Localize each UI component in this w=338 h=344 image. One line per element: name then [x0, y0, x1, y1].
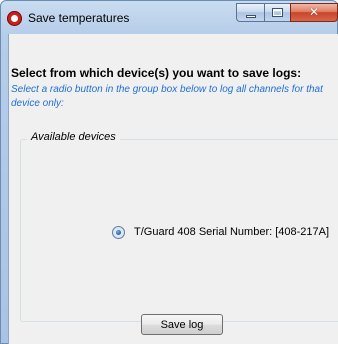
app-logo-icon [7, 11, 22, 26]
device-radio-option[interactable]: T/Guard 408 Serial Number: [408-217A] [112, 224, 329, 240]
maximize-icon [272, 8, 283, 17]
save-log-button[interactable]: Save log [141, 314, 223, 335]
instruction-hint: Select a radio button in the group box b… [11, 84, 323, 109]
dialog-content: Select from which device(s) you want to … [8, 34, 338, 344]
window-title: Save temperatures [28, 11, 130, 25]
close-button[interactable]: ✕ [290, 3, 338, 22]
group-legend: Available devices [27, 131, 120, 143]
title-bar[interactable]: Save temperatures ✕ [1, 1, 338, 35]
minimize-button[interactable] [236, 3, 264, 22]
close-icon: ✕ [308, 5, 320, 19]
device-label: T/Guard 408 Serial Number: [408-217A] [134, 226, 330, 238]
maximize-button[interactable] [264, 3, 290, 22]
radio-button-selected[interactable] [112, 225, 125, 239]
dialog-heading: Select from which device(s) you want to … [11, 66, 302, 80]
caption-buttons: ✕ [236, 3, 338, 23]
minimize-icon [246, 15, 256, 18]
